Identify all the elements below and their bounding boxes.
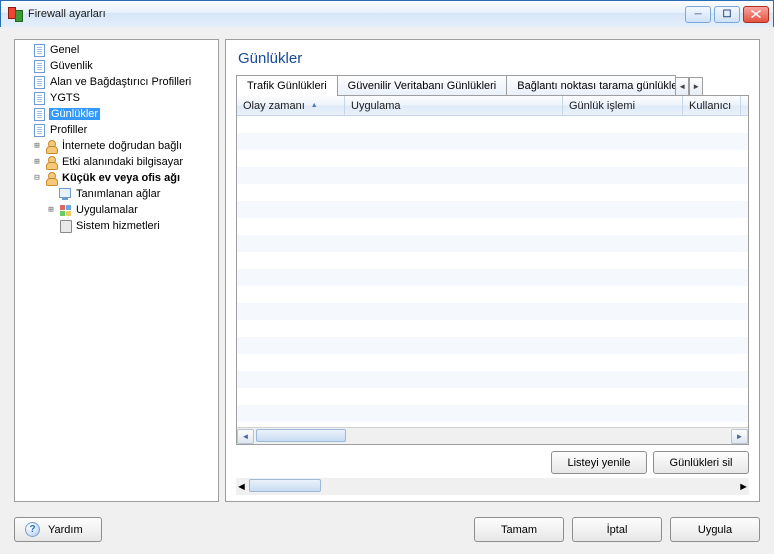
- tree-expander[interactable]: ⊞: [45, 205, 57, 215]
- ok-button[interactable]: Tamam: [474, 517, 564, 542]
- tree-expander[interactable]: ⊟: [31, 173, 43, 183]
- doc-icon: [31, 123, 47, 137]
- sidebar-item-label: YGTS: [49, 92, 81, 104]
- net-icon: [57, 187, 73, 201]
- scroll-track[interactable]: [254, 429, 731, 444]
- column-header-label: Uygulama: [351, 100, 401, 112]
- window-title: Firewall ayarları: [28, 8, 106, 20]
- help-icon: ?: [25, 522, 40, 537]
- sidebar-item-5[interactable]: Profiller: [17, 122, 218, 138]
- titlebar: Firewall ayarları ─ ☐: [1, 1, 773, 28]
- sidebar-item-label: Günlükler: [49, 108, 100, 120]
- panel-scroll-right-button[interactable]: ►: [738, 481, 749, 493]
- maximize-button[interactable]: ☐: [714, 6, 740, 23]
- sidebar-item-0[interactable]: Genel: [17, 42, 218, 58]
- sidebar-item-4[interactable]: Günlükler: [17, 106, 218, 122]
- sidebar-item-label: Küçük ev veya ofis ağı: [61, 172, 181, 184]
- tree-expander[interactable]: ⊞: [31, 141, 43, 151]
- doc-icon: [31, 59, 47, 73]
- sidebar-item-11[interactable]: Sistem hizmetleri: [17, 218, 218, 234]
- sidebar-item-label: Güvenlik: [49, 60, 94, 72]
- column-header-1[interactable]: Uygulama: [345, 96, 563, 115]
- tab-scroll-right[interactable]: ►: [689, 77, 703, 95]
- refresh-list-label: Listeyi yenile: [568, 457, 631, 469]
- sidebar-item-label: Profiller: [49, 124, 88, 136]
- app-icon: [7, 6, 23, 22]
- grid-header: Olay zamanı ▲ Uygulama Günlük işlemi Kullanı…: [237, 96, 748, 116]
- column-header-label: Olay zamanı: [243, 100, 305, 112]
- sidebar-item-6[interactable]: ⊞ İnternete doğrudan bağlı: [17, 138, 218, 154]
- sort-asc-icon: ▲: [311, 102, 318, 109]
- scroll-thumb[interactable]: [256, 429, 346, 442]
- sidebar-item-label: Sistem hizmetleri: [75, 220, 161, 232]
- apply-button[interactable]: Uygula: [670, 517, 760, 542]
- sidebar-item-3[interactable]: YGTS: [17, 90, 218, 106]
- refresh-list-button[interactable]: Listeyi yenile: [551, 451, 647, 474]
- column-header-3[interactable]: Kullanıcı: [683, 96, 741, 115]
- clear-logs-label: Günlükleri sil: [670, 457, 733, 469]
- ok-label: Tamam: [501, 524, 537, 536]
- tree-expander[interactable]: ⊞: [31, 157, 43, 167]
- column-header-2[interactable]: Günlük işlemi: [563, 96, 683, 115]
- panel-scroll-thumb[interactable]: [249, 479, 321, 492]
- sidebar-item-label: Alan ve Bağdaştırıcı Profilleri: [49, 76, 192, 88]
- apply-label: Uygula: [698, 524, 732, 536]
- svc-icon: [57, 219, 73, 233]
- sidebar-tree: Genel Güvenlik Alan ve Bağdaştırıcı Profil…: [14, 39, 219, 502]
- column-header-0[interactable]: Olay zamanı ▲: [237, 96, 345, 115]
- sidebar-item-2[interactable]: Alan ve Bağdaştırıcı Profilleri: [17, 74, 218, 90]
- dialog-footer: ? Yardım Tamam İptal Uygula: [14, 517, 760, 542]
- clear-logs-button[interactable]: Günlükleri sil: [653, 451, 749, 474]
- column-header-label: Günlük işlemi: [569, 100, 635, 112]
- doc-icon: [31, 107, 47, 121]
- sidebar-item-label: Etki alanındaki bilgisayar: [61, 156, 184, 168]
- sidebar-item-label: İnternete doğrudan bağlı: [61, 140, 183, 152]
- main-panel: Günlükler Trafik Günlükleri Güvenilir Ver…: [225, 39, 760, 502]
- help-label: Yardım: [48, 524, 83, 536]
- doc-icon: [31, 75, 47, 89]
- doc-icon: [31, 91, 47, 105]
- window-controls: ─ ☐: [685, 6, 769, 23]
- sidebar-item-9[interactable]: Tanımlanan ağlar: [17, 186, 218, 202]
- grid-h-scrollbar[interactable]: ◄ ►: [237, 427, 748, 444]
- help-button[interactable]: ? Yardım: [14, 517, 102, 542]
- panel-scroll-track[interactable]: [247, 479, 738, 494]
- user-icon: [43, 155, 59, 169]
- user-icon: [43, 139, 59, 153]
- tab-1[interactable]: Güvenilir Veritabanı Günlükleri: [337, 75, 508, 95]
- panel-scroll-left-button[interactable]: ◄: [236, 481, 247, 493]
- tab-scroll-left[interactable]: ◄: [675, 77, 689, 95]
- cancel-label: İptal: [607, 524, 628, 536]
- sidebar-item-8[interactable]: ⊟ Küçük ev veya ofis ağı: [17, 170, 218, 186]
- page-title: Günlükler: [238, 50, 749, 67]
- panel-h-scrollbar[interactable]: ◄ ►: [236, 478, 749, 495]
- scroll-left-button[interactable]: ◄: [237, 429, 254, 444]
- sidebar-item-label: Genel: [49, 44, 80, 56]
- app-icon: [57, 203, 73, 217]
- tab-label: Güvenilir Veritabanı Günlükleri: [348, 80, 497, 92]
- sidebar-item-10[interactable]: ⊞ Uygulamalar: [17, 202, 218, 218]
- log-grid: Olay zamanı ▲ Uygulama Günlük işlemi Kullanı…: [236, 96, 749, 445]
- cancel-button[interactable]: İptal: [572, 517, 662, 542]
- close-button[interactable]: [743, 6, 769, 23]
- tab-0[interactable]: Trafik Günlükleri: [236, 75, 338, 96]
- user-icon: [43, 171, 59, 185]
- column-header-label: Kullanıcı: [689, 100, 731, 112]
- doc-icon: [31, 43, 47, 57]
- tab-2[interactable]: Bağlantı noktası tarama günlükleri: [506, 75, 676, 95]
- sidebar-item-label: Tanımlanan ağlar: [75, 188, 161, 200]
- sidebar-item-label: Uygulamalar: [75, 204, 139, 216]
- minimize-button[interactable]: ─: [685, 6, 711, 23]
- tab-label: Trafik Günlükleri: [247, 80, 327, 92]
- tab-label: Bağlantı noktası tarama günlükleri: [517, 80, 676, 92]
- scroll-right-button[interactable]: ►: [731, 429, 748, 444]
- sidebar-item-1[interactable]: Güvenlik: [17, 58, 218, 74]
- tabstrip: Trafik Günlükleri Güvenilir Veritabanı Gü…: [236, 75, 749, 96]
- sidebar-item-7[interactable]: ⊞ Etki alanındaki bilgisayar: [17, 154, 218, 170]
- grid-body[interactable]: [237, 116, 748, 427]
